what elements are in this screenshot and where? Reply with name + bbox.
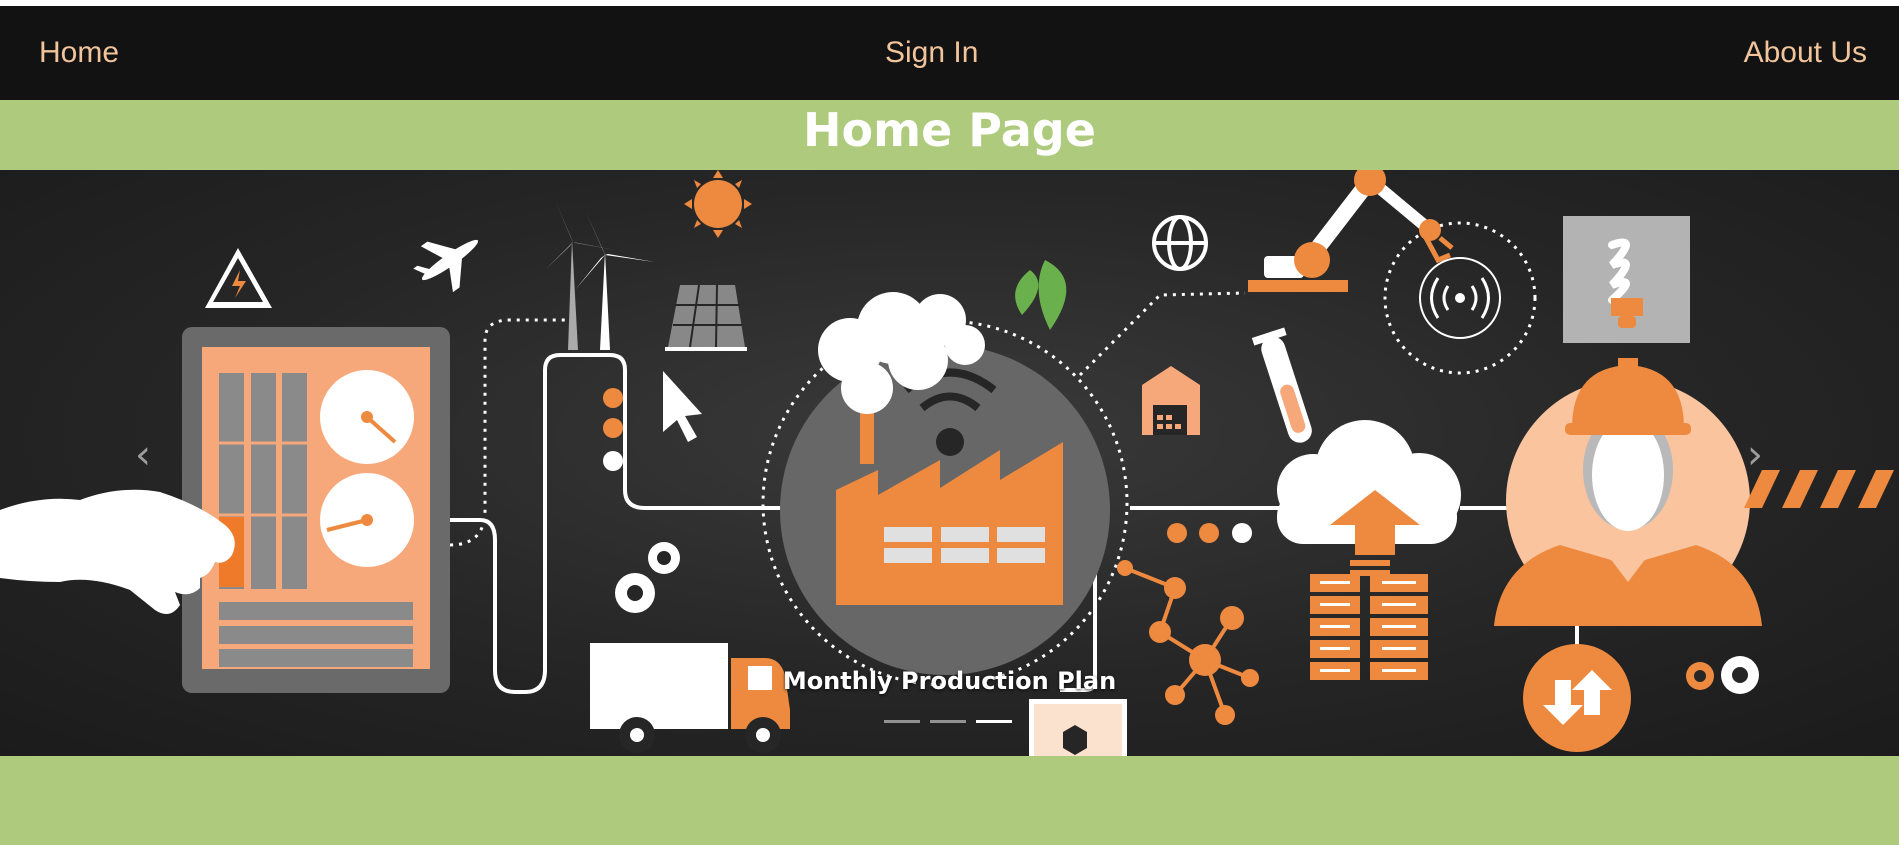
carousel-prev-button[interactable]: ‹ — [118, 425, 168, 485]
lightbulb-icon — [1563, 216, 1690, 343]
swap-arrows-icon — [1523, 644, 1631, 752]
solar-panel-icon — [665, 284, 747, 351]
carousel-indicators — [884, 718, 1012, 726]
truck-icon — [590, 643, 790, 753]
robot-arm-icon — [1248, 170, 1454, 292]
warehouse-icon — [1142, 366, 1200, 435]
worker-icon — [1494, 358, 1762, 626]
nav-home-link[interactable]: Home — [39, 6, 119, 100]
carousel-next-button[interactable]: › — [1730, 425, 1780, 485]
airplane-icon — [413, 239, 479, 293]
navbar: Home Sign In About Us — [0, 6, 1899, 100]
control-panel-icon — [182, 327, 450, 693]
chevron-right-icon: › — [1747, 432, 1763, 478]
sun-icon — [684, 170, 752, 238]
cursor-icon — [663, 371, 702, 442]
wind-turbine-icon — [545, 200, 655, 350]
cloud-upload-icon — [1277, 420, 1461, 680]
page-title-banner: Home Page — [0, 100, 1899, 170]
carousel-indicator-active[interactable] — [976, 720, 1012, 723]
nav-sign-in-link[interactable]: Sign In — [885, 6, 978, 100]
carousel-indicator[interactable] — [930, 720, 966, 723]
globe-icon — [1152, 215, 1208, 271]
footer — [0, 756, 1899, 845]
carousel-indicator[interactable] — [884, 720, 920, 723]
gears-icon — [615, 542, 680, 613]
package-icon — [1029, 699, 1127, 756]
chevron-left-icon: ‹ — [135, 432, 151, 478]
warning-sign-icon — [205, 248, 272, 308]
carousel: ‹ › Monthly Production Plan — [0, 170, 1899, 756]
leaf-icon — [1038, 260, 1067, 330]
network-icon — [1117, 560, 1259, 725]
page-title: Home Page — [803, 103, 1096, 157]
nav-about-us-link[interactable]: About Us — [1744, 6, 1867, 100]
factory-icon — [780, 292, 1110, 675]
carousel-caption: Monthly Production Plan — [782, 667, 1117, 695]
test-tube-icon — [1251, 327, 1312, 443]
leaf-icon — [1015, 270, 1039, 315]
